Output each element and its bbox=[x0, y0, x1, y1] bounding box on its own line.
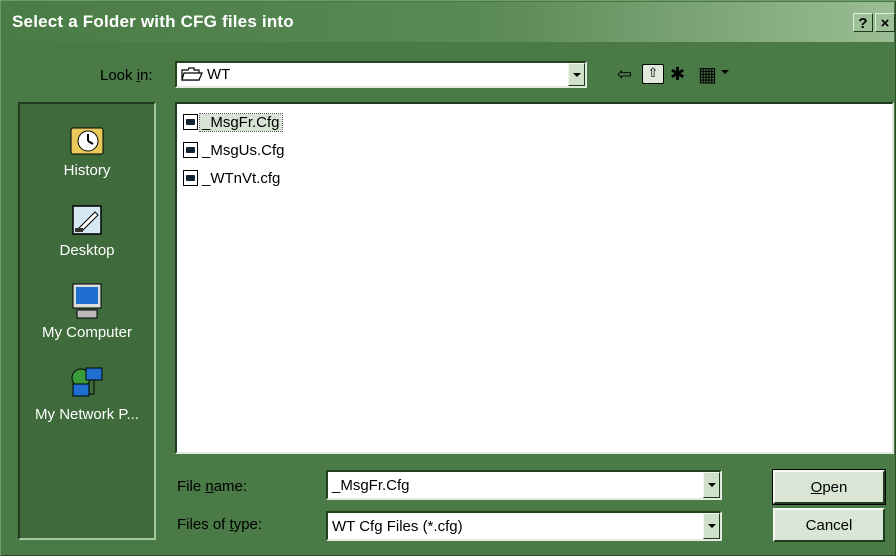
close-button[interactable]: × bbox=[875, 13, 895, 32]
place-network[interactable]: My Network P... bbox=[20, 364, 154, 423]
cfg-file-icon bbox=[183, 142, 198, 158]
place-my-computer[interactable]: My Computer bbox=[20, 282, 154, 341]
lookin-label: Look in: bbox=[100, 67, 153, 84]
file-item[interactable]: _MsgFr.Cfg bbox=[183, 112, 283, 132]
my-computer-icon bbox=[67, 282, 107, 322]
filename-combobox[interactable]: _MsgFr.Cfg bbox=[326, 470, 722, 500]
history-icon bbox=[67, 120, 107, 160]
place-history[interactable]: History bbox=[20, 120, 154, 179]
open-button[interactable]: Open bbox=[772, 469, 886, 505]
file-item[interactable]: _WTnVt.cfg bbox=[183, 168, 282, 188]
file-item[interactable]: _MsgUs.Cfg bbox=[183, 140, 287, 160]
open-folder-icon bbox=[181, 67, 203, 82]
lookin-combobox[interactable]: WT bbox=[175, 61, 587, 88]
filename-dropdown-button[interactable] bbox=[703, 472, 720, 498]
filetype-value: WT Cfg Files (*.cfg) bbox=[332, 517, 463, 535]
network-places-icon bbox=[67, 364, 107, 404]
chevron-down-icon bbox=[707, 524, 716, 528]
new-folder-icon[interactable]: ✱ bbox=[670, 64, 685, 85]
up-folder-icon[interactable]: ⇧ bbox=[642, 64, 664, 84]
chevron-down-icon bbox=[707, 483, 716, 487]
file-list[interactable]: _MsgFr.Cfg _MsgUs.Cfg _WTnVt.cfg bbox=[175, 102, 894, 454]
window-title: Select a Folder with CFG files into bbox=[12, 12, 294, 31]
desktop-icon bbox=[67, 200, 107, 240]
file-dialog: Select a Folder with CFG files into ? × … bbox=[0, 0, 896, 556]
filetype-dropdown-button[interactable] bbox=[703, 513, 720, 539]
cfg-file-icon bbox=[183, 170, 198, 186]
filetype-combobox[interactable]: WT Cfg Files (*.cfg) bbox=[326, 511, 722, 541]
help-button[interactable]: ? bbox=[853, 13, 873, 32]
view-menu-icon[interactable]: ▦ bbox=[698, 62, 717, 87]
lookin-dropdown-button[interactable] bbox=[568, 63, 585, 86]
view-dropdown-icon[interactable] bbox=[721, 70, 729, 74]
places-bar: History Desktop My Computer My Network P… bbox=[18, 102, 156, 540]
filename-label: File name: bbox=[177, 478, 248, 495]
filetype-label: Files of type: bbox=[177, 516, 263, 533]
title-bar[interactable]: Select a Folder with CFG files into ? × bbox=[2, 2, 895, 42]
place-desktop[interactable]: Desktop bbox=[20, 200, 154, 259]
filename-value[interactable]: _MsgFr.Cfg bbox=[332, 472, 410, 498]
cfg-file-icon bbox=[183, 114, 198, 130]
cancel-button[interactable]: Cancel bbox=[773, 508, 885, 542]
chevron-down-icon bbox=[572, 72, 581, 77]
back-icon[interactable]: ⇦ bbox=[617, 64, 632, 85]
lookin-value: WT bbox=[207, 66, 231, 83]
